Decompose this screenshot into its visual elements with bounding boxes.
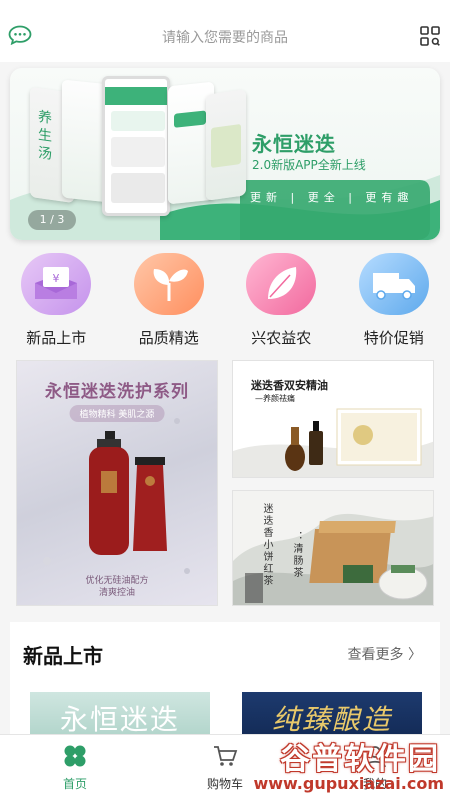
category-special-offers[interactable]: 特价促销 bbox=[338, 250, 450, 350]
shampoo-bottles-image bbox=[43, 418, 190, 574]
category-agri-support[interactable]: 兴农益农 bbox=[225, 250, 338, 350]
promo-card-tea[interactable]: 迷迭香小饼红茶 ：清肠茶 bbox=[232, 490, 434, 606]
promo-vertical-text-2: ：清肠茶 bbox=[291, 531, 302, 579]
sprout-icon bbox=[133, 253, 204, 315]
promo-line-2: 清爽控油 bbox=[98, 588, 135, 598]
banner-page-indicator: 1 / 3 bbox=[28, 210, 76, 230]
app-root: 请输入您需要的商品 养生汤 永恒迷迭 2.0新版APP全新上线 更新 | 更全 … bbox=[0, 0, 450, 800]
phone-card bbox=[211, 123, 241, 169]
leaf-icon bbox=[246, 253, 317, 315]
category-row: ¥ 新品上市 品质精选 兴农益农 特价促销 bbox=[0, 250, 450, 350]
scan-icon[interactable] bbox=[420, 26, 440, 46]
category-quality-picks[interactable]: 品质精选 bbox=[113, 250, 226, 350]
ticket-icon: ¥ bbox=[21, 253, 92, 315]
nav-label: 首页 bbox=[62, 777, 87, 791]
new-card-text: 纯臻酿造 bbox=[271, 703, 392, 734]
category-label: 兴农益农 bbox=[251, 329, 312, 347]
new-product-card[interactable]: 纯臻酿造 bbox=[242, 692, 422, 734]
phone-card bbox=[111, 173, 165, 203]
promo-card-essential-oil[interactable]: 迷迭香双安精油 —养颜祛痛 bbox=[232, 360, 434, 478]
category-label: 新品上市 bbox=[26, 329, 87, 347]
chevron-right-icon: 〉 bbox=[403, 647, 422, 663]
cart-icon bbox=[214, 746, 238, 766]
promo-vertical-text-1: 迷迭香小饼红茶 bbox=[261, 503, 272, 587]
banner-title: 永恒迷迭 bbox=[252, 132, 336, 156]
oil-bottles-image bbox=[233, 408, 433, 477]
category-label: 品质精选 bbox=[138, 329, 199, 347]
new-arrivals-section: 新品上市 查看更多 〉 永恒迷迭 纯臻酿造 bbox=[10, 622, 440, 734]
view-more-label: 查看更多 bbox=[347, 647, 404, 663]
phone-mockup-main bbox=[102, 76, 170, 216]
site-watermark: 谷普软件园 www.gupuxiazai.com bbox=[245, 734, 450, 800]
search-input[interactable]: 请输入您需要的商品 bbox=[0, 27, 450, 47]
category-new-arrivals[interactable]: ¥ 新品上市 bbox=[0, 250, 113, 350]
truck-icon bbox=[358, 253, 429, 315]
clover-icon bbox=[64, 745, 86, 767]
phone-mockup-text: 养生汤 bbox=[38, 109, 52, 163]
nav-home[interactable]: 首页 bbox=[45, 743, 105, 792]
section-title: 新品上市 bbox=[23, 644, 103, 668]
banner-tagline: 更新 | 更全 | 更有趣 bbox=[250, 191, 414, 204]
phone-mockup-5 bbox=[206, 89, 246, 201]
top-search-bar: 请输入您需要的商品 bbox=[0, 0, 450, 62]
phone-card bbox=[174, 110, 206, 128]
phone-card bbox=[111, 137, 165, 167]
phone-card bbox=[111, 111, 165, 131]
phone-header-bar bbox=[105, 87, 167, 105]
nav-label: 购物车 bbox=[206, 777, 243, 791]
watermark-url: www.gupuxiazai.com bbox=[253, 774, 444, 793]
view-more-link[interactable]: 查看更多 〉 bbox=[348, 644, 422, 664]
new-product-card[interactable]: 永恒迷迭 bbox=[30, 692, 210, 734]
new-card-text: 永恒迷迭 bbox=[59, 703, 180, 734]
svg-text:¥: ¥ bbox=[53, 272, 60, 285]
watermark-title: 谷普软件园 bbox=[280, 742, 440, 777]
banner-subtitle: 2.0新版APP全新上线 bbox=[252, 158, 366, 172]
promo-card-haircare[interactable]: 永恒迷迭洗护系列 植物精科 美肌之源 优化无硅油配方 清爽控油 bbox=[16, 360, 218, 606]
category-label: 特价促销 bbox=[363, 329, 424, 347]
